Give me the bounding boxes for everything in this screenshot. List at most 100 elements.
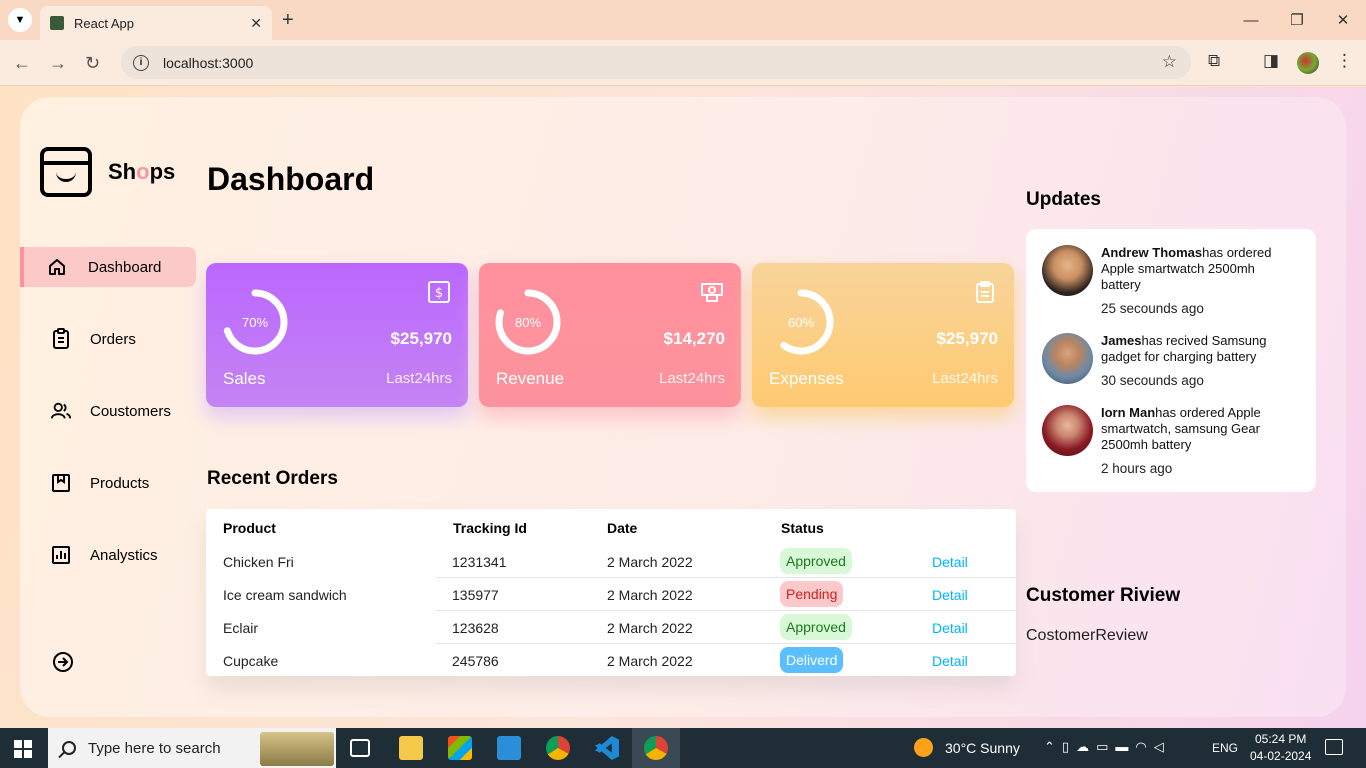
sales-period: Last24hrs <box>386 370 452 387</box>
clipboard-icon <box>50 328 72 350</box>
url-text: localhost:3000 <box>163 54 254 71</box>
revenue-amount: $14,270 <box>663 329 725 348</box>
sign-out-icon[interactable] <box>52 651 74 673</box>
sidebar-item-analytics[interactable]: Analystics <box>20 535 196 575</box>
sales-amount: $25,970 <box>390 329 452 348</box>
store-icon[interactable] <box>448 736 472 760</box>
windows-start-icon[interactable] <box>14 740 32 758</box>
language-indicator[interactable]: ENG <box>1212 741 1238 755</box>
profile-avatar[interactable] <box>1297 52 1319 74</box>
cloud-icon[interactable]: ☁ <box>1076 739 1096 754</box>
side-panel-icon[interactable]: ◨ <box>1263 51 1279 71</box>
weather-text: 30°C Sunny <box>945 739 1020 756</box>
system-tray[interactable]: ⌃▯☁▭▬◠◁ <box>1044 739 1171 755</box>
svg-text:$: $ <box>435 286 443 301</box>
update-time: 25 secounds ago <box>1101 301 1204 316</box>
column-header-date: Date <box>607 520 638 536</box>
update-time: 2 hours ago <box>1101 461 1173 476</box>
tracking-cell: 245786 <box>452 653 499 669</box>
tracking-cell: 123628 <box>452 620 499 636</box>
tab-search-button[interactable]: ▼ <box>8 8 32 32</box>
table-row: Ice cream sandwich 135977 2 March 2022 P… <box>206 578 1016 611</box>
meet-icon[interactable]: ▯ <box>1062 739 1076 754</box>
page-title: Dashboard <box>207 161 375 197</box>
sidebar-item-customers[interactable]: Coustomers <box>20 391 196 431</box>
detail-link[interactable]: Detail <box>932 554 968 570</box>
chevron-down-icon: ▼ <box>14 14 26 26</box>
back-icon[interactable]: ← <box>13 53 31 74</box>
sidebar-item-dashboard[interactable]: Dashboard <box>20 247 196 287</box>
task-view-icon[interactable] <box>350 739 370 757</box>
expenses-card[interactable]: 60% $25,970 Expenses Last24hrs <box>752 263 1014 407</box>
update-name: Iorn Man <box>1101 405 1156 420</box>
revenue-label: Revenue <box>496 369 565 388</box>
logo-text: Shops <box>108 159 176 184</box>
revenue-period: Last24hrs <box>659 370 725 387</box>
search-icon <box>62 741 76 755</box>
notification-icon[interactable] <box>1325 739 1343 755</box>
mail-icon[interactable] <box>497 736 521 760</box>
product-cell: Chicken Fri <box>223 554 294 570</box>
table-row: Eclair 123628 2 March 2022 Approved Deta… <box>206 611 1016 644</box>
chevron-up-icon[interactable]: ⌃ <box>1044 739 1062 754</box>
volume-icon[interactable]: ◁ <box>1154 739 1171 754</box>
chrome-icon[interactable] <box>546 736 570 760</box>
sidebar-item-products[interactable]: Products <box>20 463 196 503</box>
update-time: 30 secounds ago <box>1101 373 1204 388</box>
reload-icon[interactable]: ↻ <box>85 53 100 74</box>
chrome-active-icon[interactable] <box>644 736 668 760</box>
avatar <box>1042 405 1093 456</box>
expenses-percent: 60% <box>787 314 815 330</box>
site-info-icon[interactable]: i <box>133 54 149 71</box>
sales-card[interactable]: 70% $ $25,970 Sales Last24hrs <box>206 263 468 407</box>
revenue-card[interactable]: 80% $14,270 Revenue Last24hrs <box>479 263 741 407</box>
app-glass: Shops Dashboard Orders Coustomers Produc… <box>20 97 1346 717</box>
browser-tab[interactable]: React App ✕ <box>40 6 272 40</box>
minimize-icon[interactable]: — <box>1228 0 1274 40</box>
menu-kebab-icon[interactable]: ⋮ <box>1336 51 1353 71</box>
display-icon[interactable]: ▭ <box>1096 739 1115 754</box>
clock-date: 04-02-2024 <box>1250 749 1312 763</box>
sidebar-item-orders[interactable]: Orders <box>20 319 196 359</box>
updates-panel: Andrew Thomashas ordered Apple smartwatc… <box>1026 229 1316 492</box>
update-item: Jameshas recived Samsung gadget for char… <box>1042 333 1291 389</box>
clock[interactable]: 05:24 PM 04-02-2024 <box>1250 731 1311 765</box>
forward-icon[interactable]: → <box>49 53 67 74</box>
detail-link[interactable]: Detail <box>932 620 968 636</box>
orders-table: Product Tracking Id Date Status Chicken … <box>206 509 1016 676</box>
bookmark-star-icon[interactable]: ☆ <box>1162 52 1177 72</box>
close-window-icon[interactable]: ✕ <box>1320 0 1366 40</box>
browser-toolbar: ← → ↻ i localhost:3000 ☆ ⧉ ◨ ⋮ <box>0 40 1366 86</box>
sidebar-item-label: Orders <box>90 330 136 348</box>
expenses-period: Last24hrs <box>932 370 998 387</box>
extensions-icon[interactable]: ⧉ <box>1208 51 1220 71</box>
column-header-product: Product <box>223 520 276 536</box>
battery-icon[interactable]: ▬ <box>1115 739 1135 754</box>
weather-widget[interactable]: 30°C Sunny <box>914 738 1020 757</box>
dollar-icon: $ <box>428 281 450 303</box>
restore-icon[interactable]: ❐ <box>1274 0 1320 40</box>
new-tab-button[interactable]: + <box>282 9 294 32</box>
status-badge: Deliverd <box>780 647 844 673</box>
update-item: Andrew Thomashas ordered Apple smartwatc… <box>1042 245 1291 317</box>
update-name: James <box>1101 333 1142 348</box>
detail-link[interactable]: Detail <box>932 587 968 603</box>
file-explorer-icon[interactable] <box>399 736 423 760</box>
taskbar-search[interactable]: Type here to search <box>48 728 336 768</box>
column-header-tracking: Tracking Id <box>453 520 527 536</box>
detail-link[interactable]: Detail <box>932 653 968 669</box>
table-row: Chicken Fri 1231341 2 March 2022 Approve… <box>206 545 1016 578</box>
wifi-icon[interactable]: ◠ <box>1135 739 1153 754</box>
product-cell: Eclair <box>223 620 259 636</box>
close-tab-icon[interactable]: ✕ <box>250 15 262 32</box>
sidebar-item-label: Coustomers <box>90 402 171 420</box>
address-bar[interactable]: i localhost:3000 ☆ <box>121 46 1191 79</box>
customer-review-title: Customer Riview <box>1026 585 1181 606</box>
search-highlight-image <box>260 732 334 766</box>
window-controls: — ❐ ✕ <box>1228 0 1366 40</box>
sidebar-item-label: Analystics <box>90 546 158 564</box>
update-item: Iorn Manhas ordered Apple smartwatch, sa… <box>1042 405 1291 477</box>
clock-time: 05:24 PM <box>1255 732 1307 746</box>
vscode-icon[interactable] <box>595 736 619 760</box>
expenses-label: Expenses <box>769 369 844 388</box>
